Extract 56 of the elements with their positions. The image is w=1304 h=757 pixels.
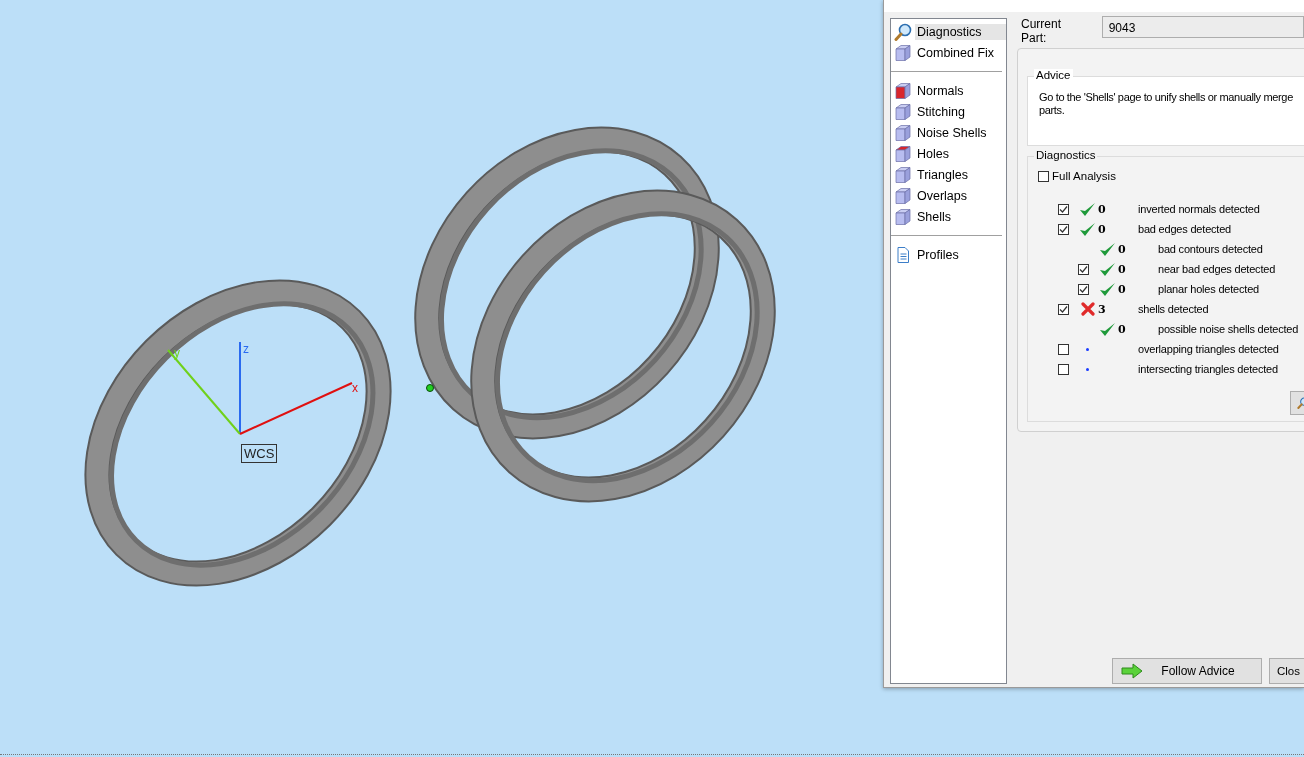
close-button[interactable]: Clos [1269,658,1304,684]
checkbox[interactable] [1058,223,1069,235]
axis-label: x [352,381,358,395]
sidebar-item[interactable]: Combined Fix [891,42,1006,63]
group-title: Diagnostics [1034,149,1098,161]
sidebar-item[interactable]: Profiles [891,244,1006,265]
diagnostic-label: planar holes detected [1158,283,1259,295]
count-value: 0 [1118,322,1127,336]
wcs-label: WCS [241,444,278,463]
cube-icon [894,186,912,205]
sidebar-item[interactable]: Holes [891,143,1006,164]
checkbox[interactable] [1038,170,1049,182]
diagnostic-label: near bad edges detected [1158,263,1276,275]
diagnostic-label: shells detected [1138,303,1209,315]
checkbox[interactable] [1078,263,1089,275]
count-value: 3 [1098,302,1107,316]
current-part-field[interactable]: 9043 [1101,16,1304,38]
diagnostic-label: bad edges detected [1138,223,1232,235]
diagnostic-label: inverted normals detected [1138,203,1260,215]
sidebar-item[interactable]: Noise Shells [891,122,1006,143]
checkbox[interactable] [1058,363,1069,375]
diagnostic-label: possible noise shells detected [1158,323,1299,335]
document-icon [894,245,912,264]
cube-icon [894,123,912,142]
count-value: 0 [1098,202,1107,216]
sidebar-item[interactable]: Stitching [891,101,1006,122]
count-value: 0 [1118,242,1127,256]
cube-icon [894,43,912,62]
checkbox-label: Full Analysis [1052,170,1116,182]
sidebar-item[interactable]: Triangles [891,164,1006,185]
count-value: 0 [1098,222,1107,236]
follow-advice-button[interactable]: Follow Advice [1112,658,1262,684]
count-value: 0 [1118,262,1127,276]
field-label: Current Part: [1021,16,1062,45]
pivot-point [426,384,434,392]
arrow-icon [1121,663,1143,679]
advice-text: Go to the 'Shells' page to unify shells or manually merge parts. [1039,91,1294,117]
cube-icon [894,102,912,121]
diagnostic-label: overlapping triangles detected [1138,343,1279,355]
sidebar-item[interactable]: Normals [891,80,1006,101]
cube-icon [894,207,912,226]
diagnostic-label: intersecting triangles detected [1138,363,1278,375]
diagnostic-label: bad contours detected [1158,243,1263,255]
group-title: Advice [1034,69,1073,81]
count-value: 0 [1118,282,1127,296]
checkbox[interactable] [1058,303,1069,315]
cube-icon [894,165,912,184]
cube-icon [894,81,912,100]
axis-label: z [243,342,249,356]
checkbox[interactable] [1078,283,1089,295]
magnifier-icon [894,22,912,41]
checkbox[interactable] [1058,203,1069,215]
sidebar-item[interactable]: Overlaps [891,185,1006,206]
sidebar-item[interactable]: Shells [891,206,1006,227]
checkbox[interactable] [1058,343,1069,355]
cube-icon [894,144,912,163]
